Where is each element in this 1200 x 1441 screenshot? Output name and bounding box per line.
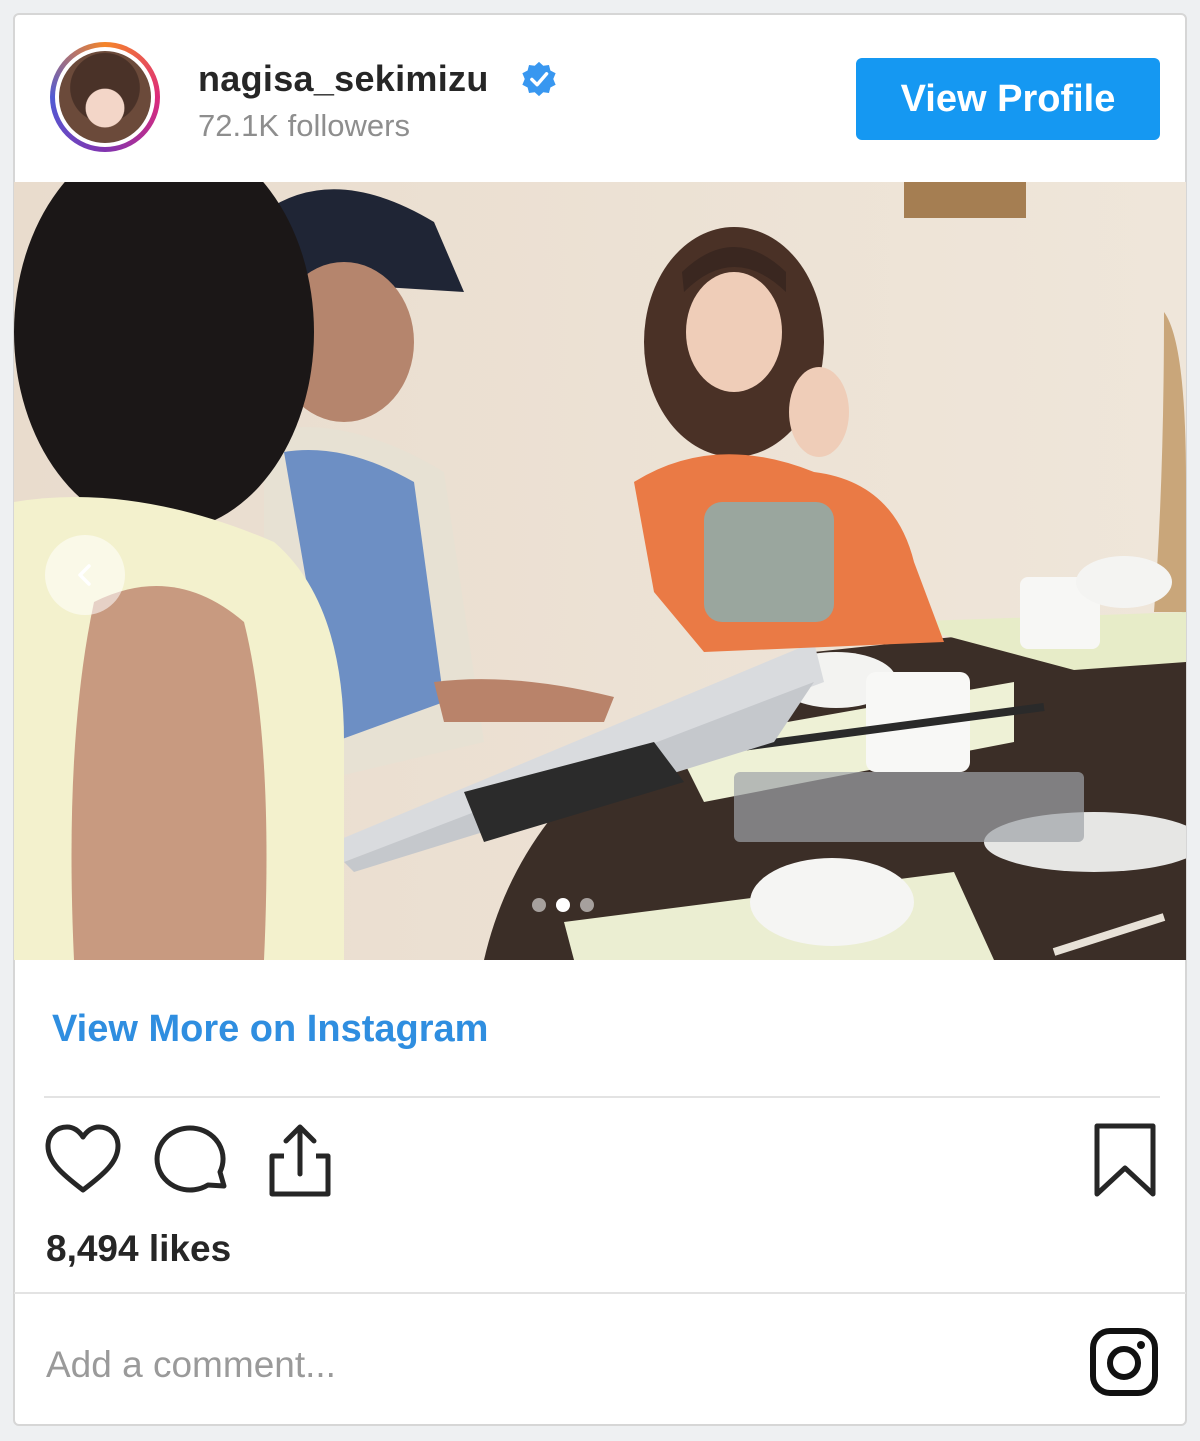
post-photo-illustration (14, 182, 1186, 960)
bookmark-icon[interactable] (1092, 1122, 1158, 1198)
carousel-dot (532, 898, 546, 912)
followers-count: 72.1K followers (198, 108, 410, 143)
post-photo[interactable] (14, 182, 1186, 960)
verified-badge-icon (522, 61, 556, 97)
carousel-indicator (532, 898, 594, 912)
avatar[interactable] (59, 51, 151, 143)
divider (14, 1292, 1186, 1294)
likes-count: 8,494 likes (46, 1228, 232, 1269)
divider (44, 1096, 1160, 1098)
share-icon[interactable] (262, 1122, 338, 1198)
view-profile-button[interactable]: View Profile (856, 58, 1160, 140)
username[interactable]: nagisa_sekimizu (198, 58, 489, 100)
view-more-link[interactable]: View More on Instagram (52, 1008, 488, 1051)
comment-input[interactable] (46, 1338, 946, 1392)
previous-image-button[interactable] (45, 535, 125, 615)
comment-icon[interactable] (152, 1122, 232, 1198)
carousel-dot-active (556, 898, 570, 912)
carousel-dot (580, 898, 594, 912)
instagram-icon[interactable] (1088, 1326, 1160, 1398)
chevron-left-icon (78, 564, 91, 586)
heart-icon[interactable] (44, 1122, 122, 1196)
avatar-ring[interactable] (50, 42, 160, 152)
